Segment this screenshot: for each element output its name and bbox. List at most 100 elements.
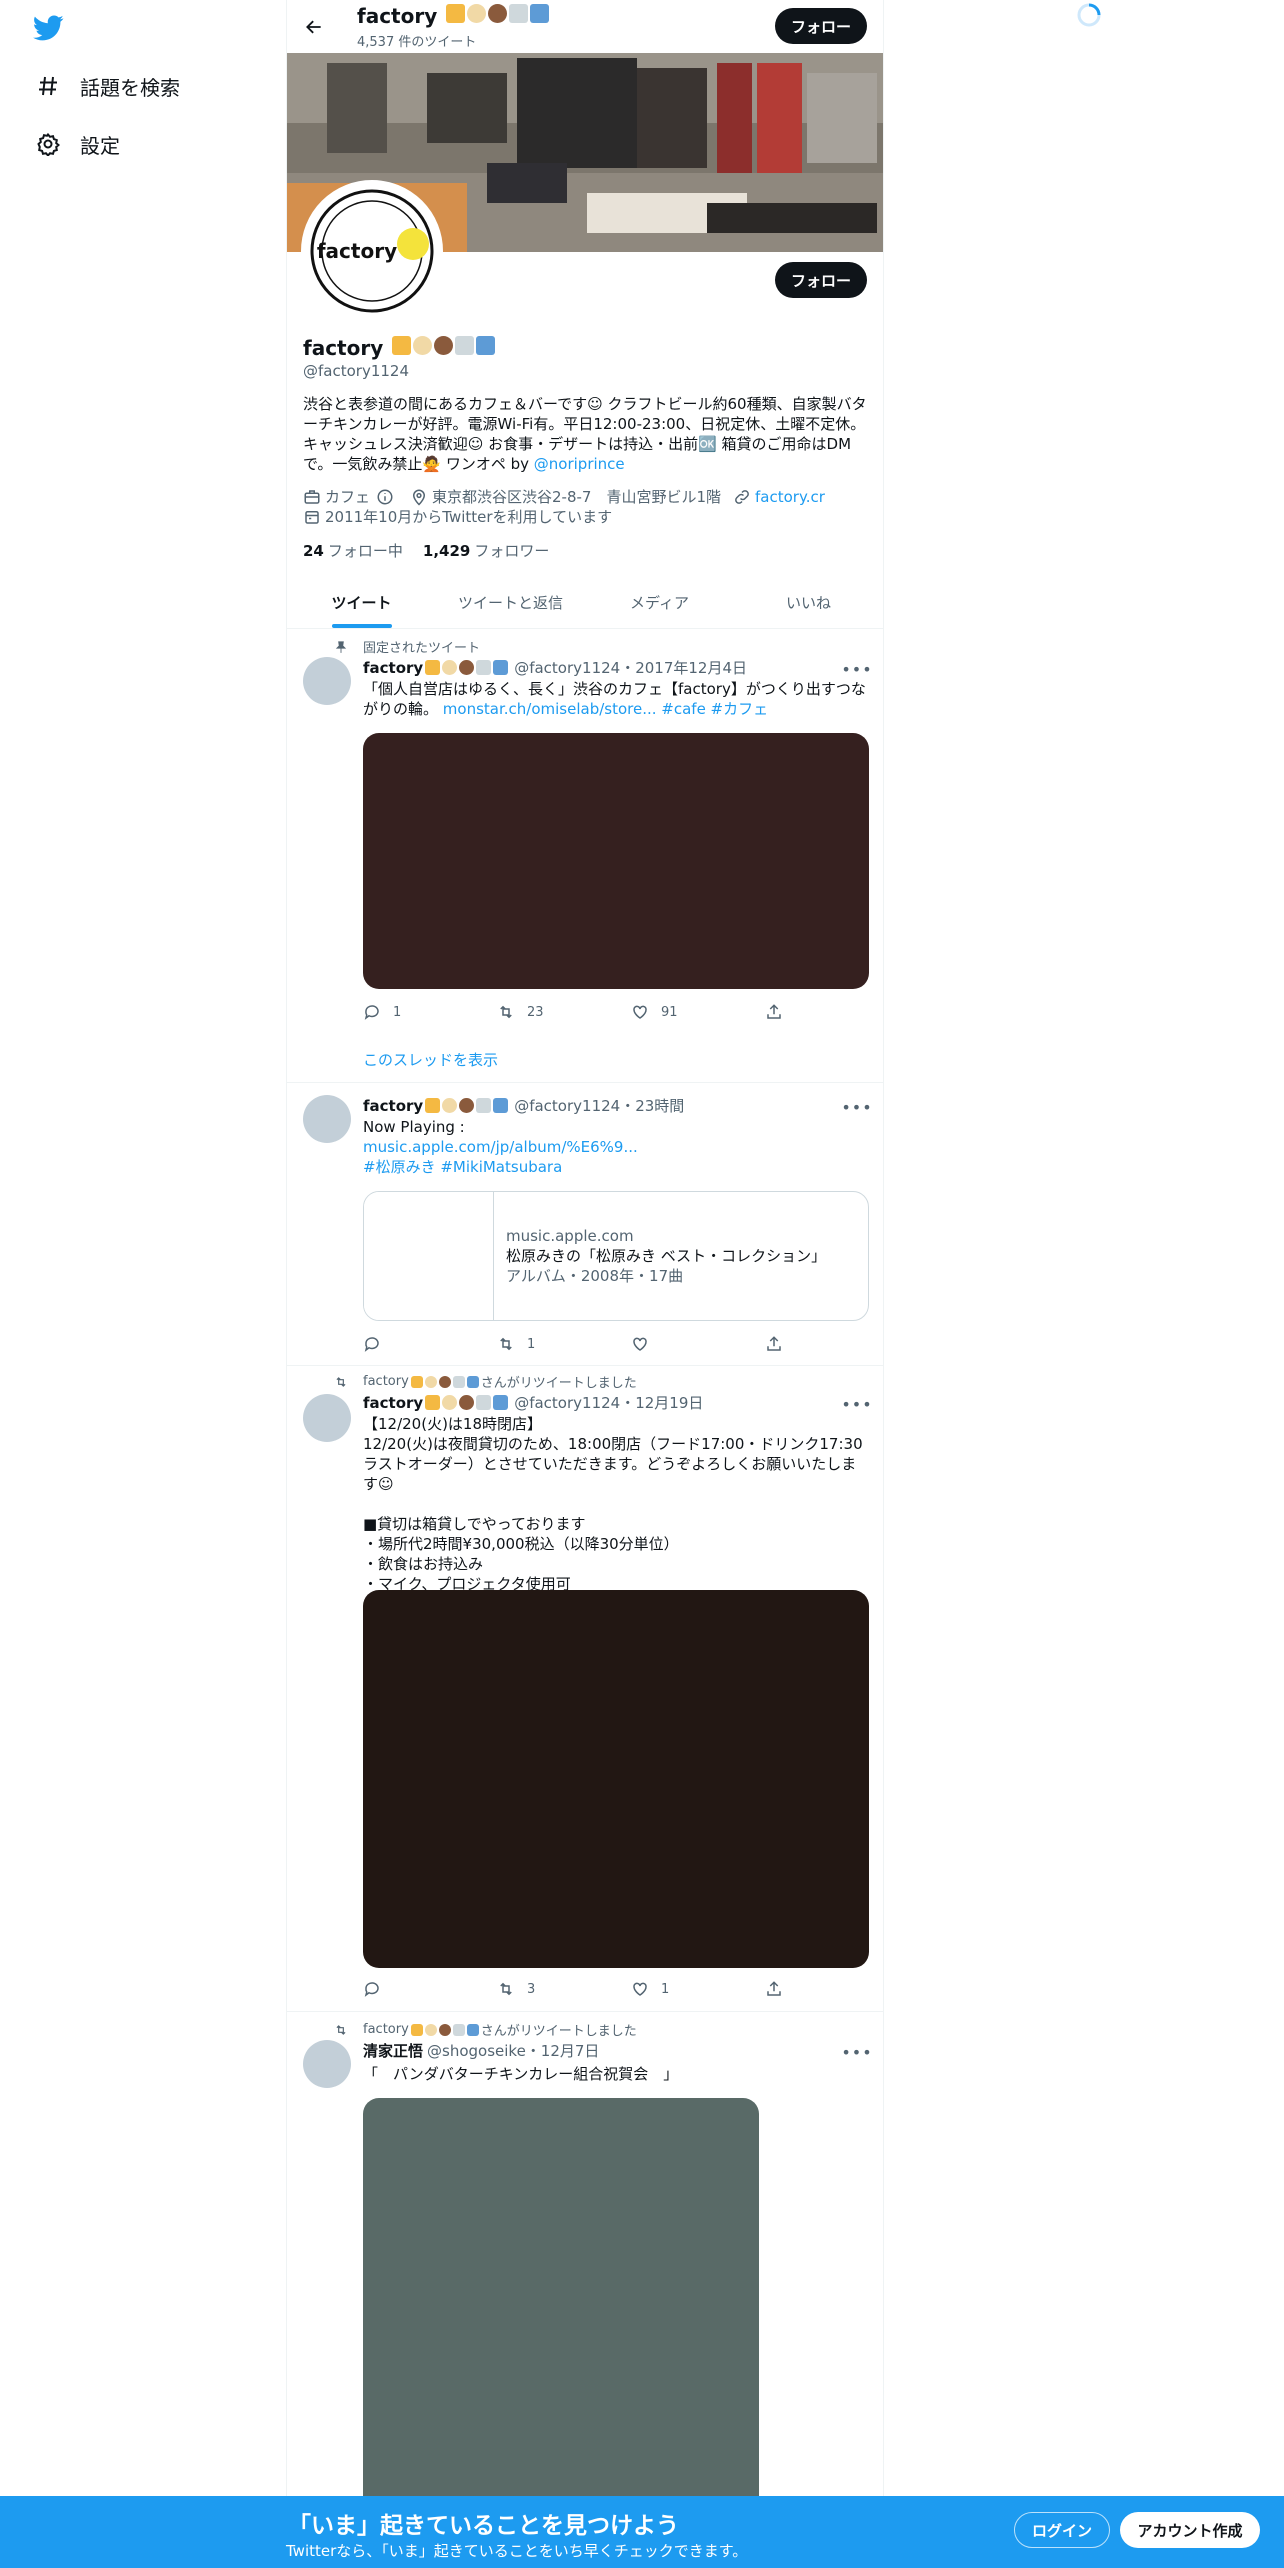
pin-icon [333, 639, 349, 655]
tweet-hashtags[interactable]: #松原みき #MikiMatsubara [363, 1158, 562, 1176]
like-button[interactable]: 1 [631, 1980, 765, 1998]
tweet-curry-celebration[interactable]: factory さんがリツイートしました 清家正悟 @shogoseike・12… [287, 2012, 883, 2568]
reply-button[interactable]: 1 [363, 1003, 497, 1021]
retweeter-name[interactable]: factory [363, 2022, 409, 2037]
tweet-closing-notice[interactable]: factory さんがリツイートしました factory @factory112… [287, 1366, 883, 2012]
tweet-text: 「 パンダバターチキンカレー組合祝賀会 」 [363, 2065, 679, 2083]
website-item: factory.cr [733, 488, 825, 506]
coffee-emoji-icon [459, 1098, 475, 1113]
profile-follow-button[interactable]: フォロー [775, 262, 868, 298]
beer-emoji-icon [392, 336, 412, 355]
tweet-links[interactable]: monstar.ch/omiselab/store... #cafe #カフェ [443, 700, 768, 718]
tweet-image[interactable] [363, 733, 869, 989]
share-button[interactable] [765, 1003, 783, 1021]
reply-button[interactable] [363, 1335, 497, 1353]
author-handle-time[interactable]: @factory1124・2017年12月4日 [514, 657, 747, 678]
author-name[interactable]: factory [363, 1394, 423, 1412]
tweet-context: factory さんがリツイートしました [336, 2020, 637, 2039]
author-handle-time[interactable]: @factory1124・23時間 [514, 1095, 684, 1116]
retweet-icon [497, 1003, 515, 1021]
more-icon[interactable]: ••• [841, 1394, 871, 1414]
link-icon [733, 488, 751, 506]
avatar[interactable] [303, 657, 351, 705]
tweet-image[interactable] [363, 1590, 869, 1968]
tab-tweets-replies[interactable]: ツイートと返信 [436, 576, 585, 628]
website-link[interactable]: factory.cr [755, 488, 825, 506]
author-handle-time[interactable]: @shogoseike・12月7日 [427, 2040, 599, 2061]
author-handle-time[interactable]: @factory1124・12月19日 [514, 1392, 703, 1413]
back-button[interactable] [297, 10, 331, 44]
more-icon[interactable]: ••• [841, 659, 871, 679]
show-thread-link[interactable]: このスレッドを表示 [363, 1049, 498, 1070]
profile-avatar[interactable]: factory [301, 180, 443, 322]
like-count: 91 [661, 1004, 678, 1020]
tweet-pinned[interactable]: 固定されたツイート factory @factory1124・2017年12月4… [287, 629, 883, 1083]
more-icon[interactable]: ••• [841, 1097, 871, 1117]
avatar[interactable] [303, 1394, 351, 1442]
avatar[interactable] [303, 2040, 351, 2088]
login-button[interactable]: ログイン [1014, 2512, 1110, 2548]
like-button[interactable]: 91 [631, 1003, 765, 1021]
pie-emoji-icon [442, 660, 458, 675]
more-icon[interactable]: ••• [841, 2042, 871, 2062]
reply-icon [363, 1335, 381, 1353]
location-item: 東京都渋谷区渋谷2-8-7 青山宮野ビル1階 [410, 486, 721, 507]
reply-button[interactable] [363, 1980, 497, 1998]
tweet-header: factory @factory1124・12月19日 [363, 1392, 703, 1413]
tweet-context: 固定されたツイート [335, 637, 480, 656]
share-button[interactable] [765, 1335, 783, 1353]
laptop-emoji-icon [466, 1375, 479, 1388]
author-name[interactable]: factory [363, 659, 423, 677]
tweet-header: factory @factory1124・23時間 [363, 1095, 684, 1116]
arrow-left-icon [306, 20, 321, 34]
beer-emoji-icon [425, 660, 441, 675]
avatar[interactable] [303, 1095, 351, 1143]
emoji-set [410, 2023, 481, 2036]
header-follow-button[interactable]: フォロー [775, 8, 868, 44]
book-emoji-icon [452, 1375, 465, 1388]
tweet-link[interactable]: music.apple.com/jp/album/%E6%9... [363, 1138, 638, 1156]
retweeter-name[interactable]: factory [363, 1374, 409, 1389]
twitter-logo-icon[interactable] [32, 12, 64, 44]
laptop-emoji-icon [466, 2023, 479, 2036]
link-card[interactable]: music.apple.com 松原みきの「松原みき ベスト・コレクション」 ア… [363, 1191, 869, 1321]
emoji-set [392, 336, 497, 355]
share-button[interactable] [765, 1980, 783, 1998]
signup-button[interactable]: アカウント作成 [1120, 2512, 1260, 2548]
retweet-button[interactable]: 1 [497, 1335, 631, 1353]
following-label: フォロー中 [327, 542, 403, 560]
nav-settings[interactable]: 設定 [36, 124, 120, 164]
followers-link[interactable]: 1,429 フォロワー [423, 540, 549, 561]
tab-likes[interactable]: いいね [734, 576, 883, 628]
following-link[interactable]: 24 フォロー中 [303, 540, 403, 561]
author-name[interactable]: 清家正悟 [363, 2040, 423, 2061]
loading-spinner-icon [1076, 2, 1102, 28]
tweet-header: 清家正悟 @shogoseike・12月7日 [363, 2040, 599, 2061]
profile-bio: 渋谷と表参道の間にあるカフェ＆バーです☺ クラフトビール約60種類、自家製バター… [303, 394, 869, 474]
retweet-button[interactable]: 3 [497, 1980, 631, 1998]
nav-explore[interactable]: 話題を検索 [36, 66, 180, 106]
heart-icon [631, 1980, 649, 1998]
retweet-button[interactable]: 23 [497, 1003, 631, 1021]
tweet-now-playing[interactable]: factory @factory1124・23時間 ••• Now Playin… [287, 1083, 883, 1366]
like-count: 1 [661, 1981, 670, 1997]
gear-icon [36, 132, 60, 156]
profile-name-text: factory [303, 336, 384, 360]
tab-media[interactable]: メディア [585, 576, 734, 628]
beer-emoji-icon [410, 1375, 423, 1388]
card-thumbnail [364, 1192, 494, 1320]
tab-tweets[interactable]: ツイート [287, 576, 436, 628]
book-emoji-icon [476, 1098, 492, 1113]
like-button[interactable] [631, 1335, 765, 1353]
pie-emoji-icon [442, 1395, 458, 1410]
author-name[interactable]: factory [363, 1097, 423, 1115]
retweet-icon [497, 1335, 515, 1353]
reply-count: 1 [393, 1004, 402, 1020]
bio-mention-link[interactable]: @noriprince [534, 455, 625, 473]
joined-item: 2011年10月からTwitterを利用しています [303, 506, 612, 527]
info-icon[interactable] [376, 488, 394, 506]
following-count: 24 [303, 542, 324, 560]
nav-explore-label: 話題を検索 [80, 75, 180, 100]
retweet-count: 1 [527, 1336, 536, 1352]
retweet-icon [333, 2022, 349, 2038]
